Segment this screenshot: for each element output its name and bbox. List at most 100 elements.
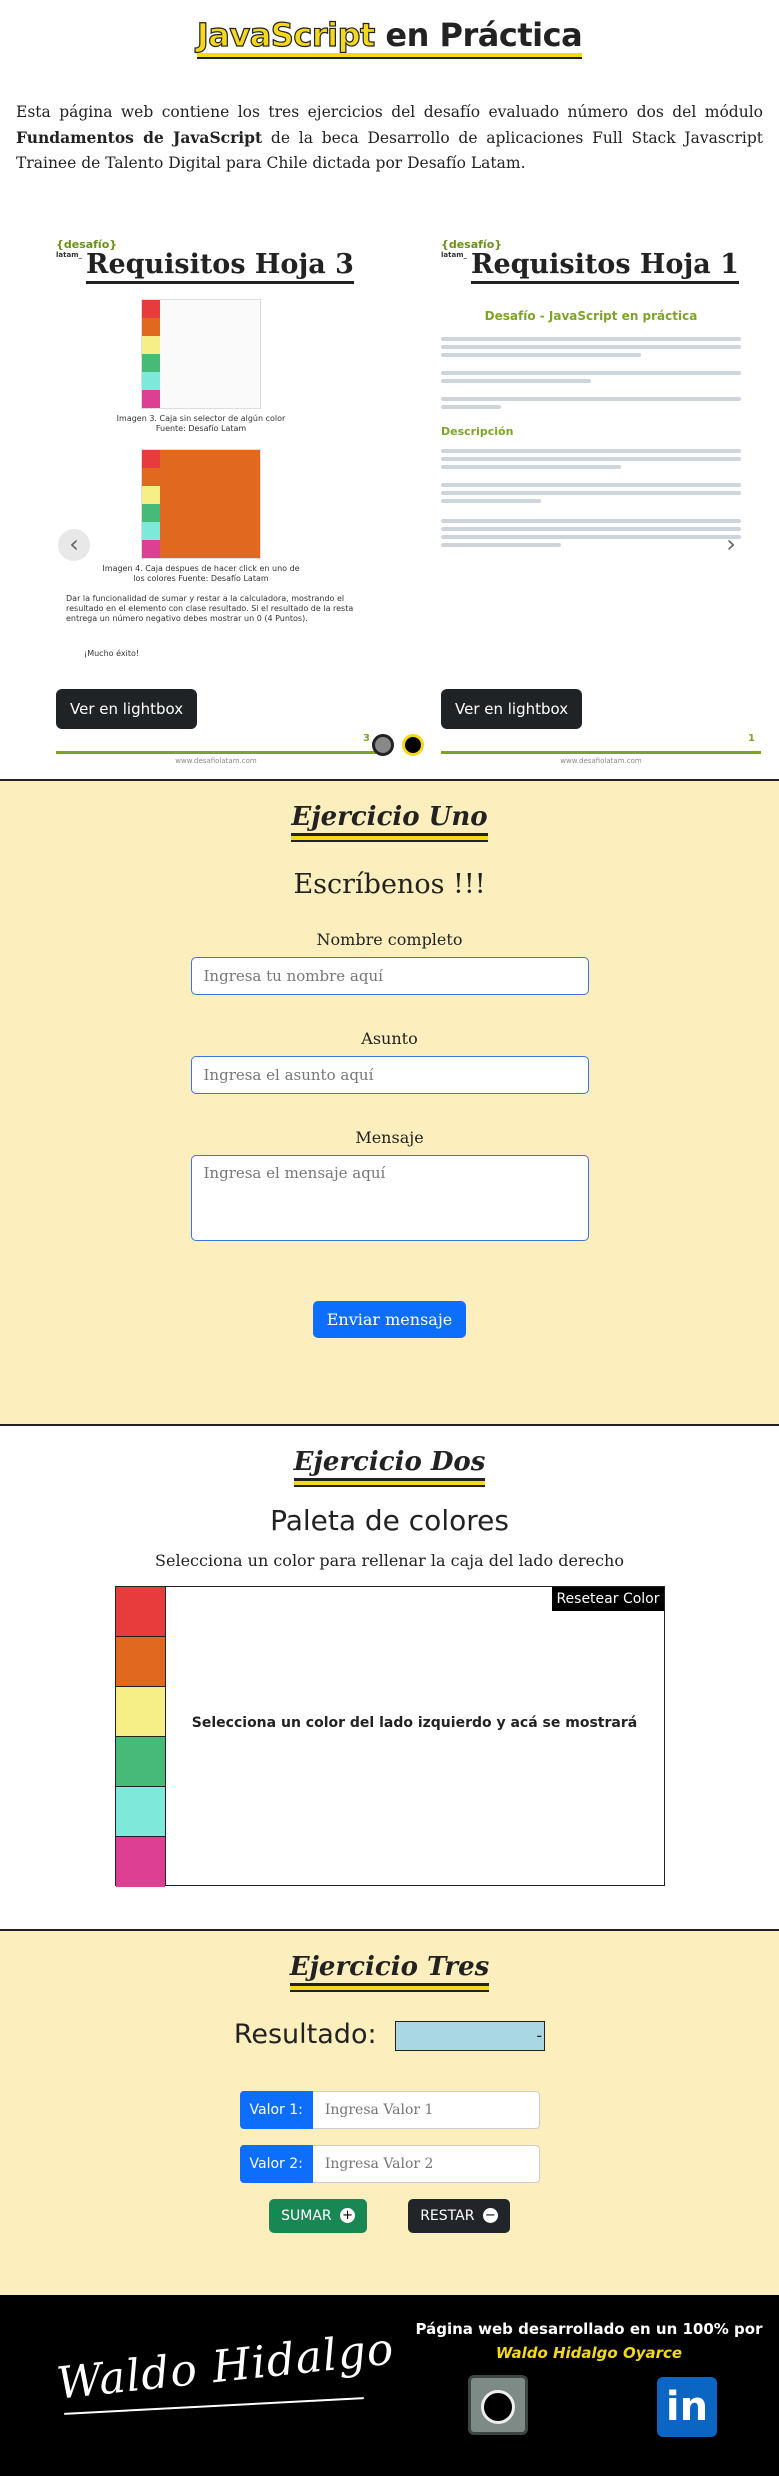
minus-circle-icon: − (482, 2208, 498, 2223)
palette-subtitle: Selecciona un color para rellenar la caj… (155, 1551, 624, 1570)
image-caption-4: Imagen 4. Caja despues de hacer click en… (102, 564, 300, 583)
slide-page-number: 1 (748, 733, 755, 744)
signature-logo: Waldo Hidalgo (54, 2323, 397, 2410)
slide-footer-link: www.desafiolatam.com (560, 757, 642, 765)
page-title: JavaScript en Práctica (196, 15, 583, 59)
reset-color-button[interactable]: Resetear Color (552, 1587, 664, 1611)
carousel-indicators (372, 734, 432, 760)
view-lightbox-button[interactable]: Ver en lightbox (441, 689, 583, 729)
sum-label: SUMAR (281, 2207, 332, 2224)
intro-text-1: Esta página web contiene los tres ejerci… (16, 103, 763, 121)
doc-heading: Desafío - JavaScript en práctica (484, 309, 698, 323)
color-swatches (115, 1587, 166, 1887)
result-value: - (395, 2020, 546, 2051)
palette-message: Selecciona un color del lado izquierdo y… (191, 1715, 638, 1731)
section-title: Ejercicio Uno (291, 801, 488, 842)
value2-group: Valor 2: (239, 2144, 540, 2183)
title-underline (196, 53, 583, 57)
message-label: Mensaje (355, 1128, 424, 1147)
doc-line (441, 527, 741, 531)
image-caption-3: Imagen 3. Caja sin selector de algún col… (116, 414, 286, 433)
title-en-practica: en Práctica (374, 16, 583, 54)
github-ring (481, 2390, 515, 2424)
doc-line (441, 543, 561, 547)
operation-buttons: SUMAR + RESTAR − (0, 2198, 779, 2233)
doc-line (441, 397, 741, 401)
plus-circle-icon: + (340, 2208, 356, 2223)
exercise-two-section: Ejercicio Dos Paleta de colores Seleccio… (0, 1424, 779, 1929)
color-box-image-filled (141, 449, 261, 559)
footer-author-name: Waldo Hidalgo Oyarce (495, 2344, 683, 2362)
subject-input[interactable] (190, 1056, 589, 1094)
exercise-three-section: Ejercicio Tres Resultado: - Valor 1: Val… (0, 1929, 779, 2295)
send-message-button[interactable]: Enviar mensaje (312, 1301, 467, 1338)
section-title: Ejercicio Dos (293, 1446, 486, 1487)
doc-line (441, 499, 541, 503)
carousel-slide-hoja-1: {desafío} latam_ Requisitos Hoja 1 Desaf… (441, 239, 761, 765)
carousel-prev-icon[interactable]: ‹ (58, 529, 90, 561)
swatch-yellow[interactable] (115, 1687, 165, 1737)
exercise-one-section: Ejercicio Uno Escríbenos !!! Nombre comp… (0, 779, 779, 1424)
slide-title: Requisitos Hoja 3 (86, 249, 354, 284)
value2-label: Valor 2: (239, 2144, 313, 2183)
palette-heading: Paleta de colores (270, 1504, 509, 1537)
value1-group: Valor 1: (239, 2090, 540, 2129)
doc-subheading: Descripción (441, 425, 514, 438)
requirements-carousel: {desafío} latam_ Requisitos Hoja 3 Image… (16, 239, 763, 779)
subtract-button[interactable]: RESTAR − (408, 2198, 510, 2233)
slide-footer-line (56, 751, 376, 754)
swatch-pink[interactable] (115, 1837, 165, 1887)
page-header: JavaScript en Práctica (0, 0, 779, 64)
value1-label: Valor 1: (239, 2090, 313, 2129)
name-input[interactable] (190, 957, 589, 995)
doc-line (441, 345, 741, 349)
doc-line (441, 457, 741, 461)
good-luck-text: ¡Mucho éxito! (84, 649, 140, 658)
sum-button[interactable]: SUMAR + (269, 2198, 368, 2233)
result-row: Resultado: - (0, 2019, 779, 2051)
slide-page-number: 3 (363, 733, 370, 744)
swatch-green[interactable] (115, 1737, 165, 1787)
doc-line (441, 519, 741, 523)
github-icon[interactable] (468, 2375, 528, 2435)
swatch-red[interactable] (115, 1587, 165, 1637)
name-label: Nombre completo (316, 930, 463, 949)
page-footer: Waldo Hidalgo Página web desarrollado en… (0, 2295, 779, 2476)
color-palette-box: Resetear Color Selecciona un color del l… (114, 1586, 665, 1887)
doc-line (441, 449, 741, 453)
slide-title: Requisitos Hoja 1 (471, 249, 739, 284)
intro-paragraph: Esta página web contiene los tres ejerci… (0, 64, 779, 239)
contact-heading: Escríbenos !!! (293, 869, 486, 900)
doc-line (441, 535, 741, 539)
value2-input[interactable] (312, 2144, 540, 2183)
requirement-bullet: Dar la funcionalidad de sumar y restar a… (66, 594, 354, 623)
value1-input[interactable] (312, 2090, 540, 2129)
subject-label: Asunto (361, 1029, 418, 1048)
swatch-aqua[interactable] (115, 1787, 165, 1837)
title-javascript: JavaScript (196, 15, 376, 54)
section-title: Ejercicio Tres (289, 1951, 490, 1992)
doc-line (441, 337, 741, 341)
footer-credit: Página web desarrollado en un 100% por W… (405, 2317, 773, 2365)
view-lightbox-button[interactable]: Ver en lightbox (56, 689, 198, 729)
doc-line (441, 353, 641, 357)
subtract-label: RESTAR (420, 2207, 475, 2224)
carousel-dot-1[interactable] (372, 734, 394, 756)
carousel-slide-hoja-3: {desafío} latam_ Requisitos Hoja 3 Image… (56, 239, 376, 765)
intro-bold: Fundamentos de JavaScript (16, 128, 263, 147)
footer-credit-text: Página web desarrollado en un 100% por (415, 2320, 763, 2338)
linkedin-icon[interactable]: in (657, 2377, 717, 2437)
color-box-image-empty (141, 299, 261, 409)
swatch-orange[interactable] (115, 1637, 165, 1687)
doc-line (441, 379, 591, 383)
carousel-dot-2[interactable] (402, 734, 424, 756)
slide-footer-line (441, 751, 761, 754)
doc-line (441, 491, 741, 495)
result-label: Resultado: (233, 2019, 377, 2050)
doc-line (441, 483, 741, 487)
slide-footer-link: www.desafiolatam.com (175, 757, 257, 765)
doc-line (441, 405, 501, 409)
carousel-next-icon[interactable]: › (715, 529, 747, 561)
doc-line (441, 371, 741, 375)
message-textarea[interactable] (190, 1155, 589, 1241)
